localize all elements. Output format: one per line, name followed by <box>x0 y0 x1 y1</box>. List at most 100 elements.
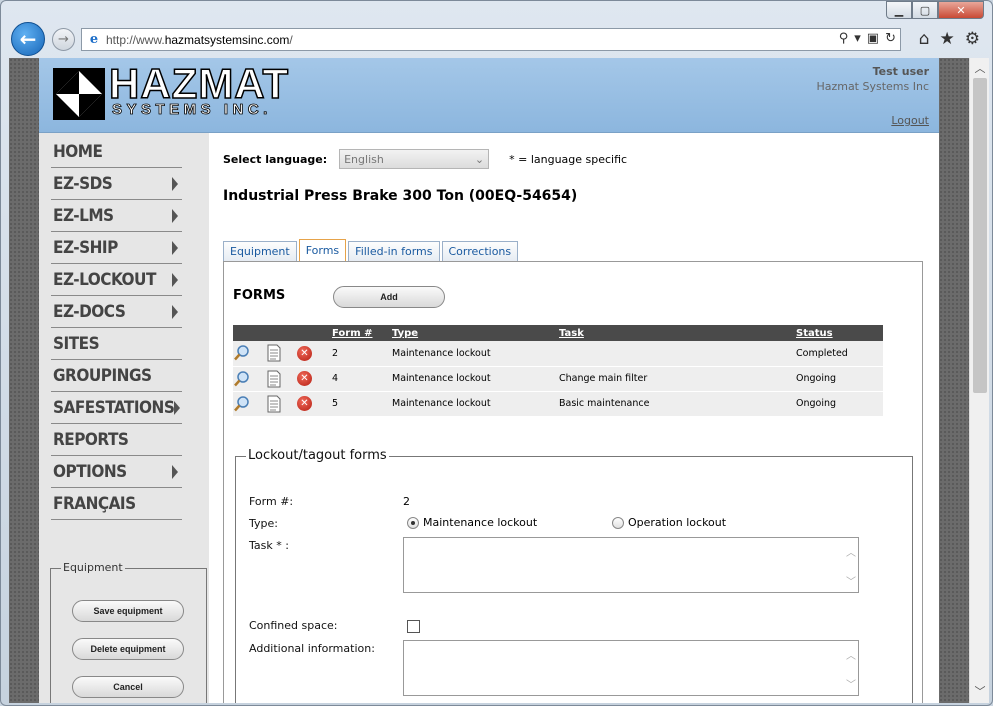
form-no-label: Form #: <box>249 495 294 508</box>
nav-item-safestations[interactable]: SAFESTATIONS <box>51 392 182 424</box>
forms-table: Form # Type Task Status ✕ 2 Maintenance lo… <box>233 325 883 417</box>
main-nav: HOME EZ-SDS EZ-LMS EZ-SHIP EZ-LOCKOUT EZ-DOCS… <box>51 136 182 520</box>
dropdown-arrow-icon[interactable]: ▾ <box>854 31 861 46</box>
type-cell: Maintenance lockout <box>392 391 559 417</box>
forward-button[interactable]: → <box>52 28 75 51</box>
nav-item-label: REPORTS <box>53 429 129 450</box>
logo-subtitle: SYSTEMS INC. <box>112 101 272 119</box>
delete-cell: ✕ <box>297 391 332 417</box>
cancel-button[interactable]: Cancel <box>72 676 184 698</box>
chevron-right-icon <box>172 208 178 223</box>
refresh-icon[interactable]: ↻ <box>885 31 896 46</box>
language-row: Select language: English ⌄ * = language … <box>223 149 627 169</box>
tab-equipment[interactable]: Equipment <box>223 241 297 261</box>
nav-item-label: EZ-LMS <box>53 205 114 226</box>
magnifier-icon[interactable] <box>233 395 251 413</box>
scrollbar-thumb[interactable] <box>973 78 987 393</box>
nav-item-ez-ship[interactable]: EZ-SHIP <box>51 232 182 264</box>
document-icon[interactable] <box>265 395 283 413</box>
search-icon[interactable]: ⚲ <box>839 31 849 46</box>
maximize-button[interactable]: ▢ <box>912 1 938 19</box>
home-icon[interactable]: ⌂ <box>919 29 930 49</box>
page: HAZMAT SYSTEMS INC. Test user Hazmat Sys… <box>39 58 939 703</box>
radio-operation[interactable] <box>612 517 624 529</box>
task-cell <box>559 341 796 367</box>
logout-link[interactable]: Logout <box>891 114 929 127</box>
close-button[interactable]: ✕ <box>938 1 984 19</box>
document-icon[interactable] <box>265 344 283 362</box>
scroll-down-icon: ﹀ <box>846 577 856 588</box>
delete-x-icon[interactable]: ✕ <box>297 371 312 386</box>
delete-equipment-button[interactable]: Delete equipment <box>72 638 184 660</box>
nav-item-label: GROUPINGS <box>53 365 152 386</box>
favorites-star-icon[interactable]: ★ <box>940 29 955 49</box>
scroll-up-icon[interactable]: ︿ <box>970 60 989 78</box>
page-scrollbar[interactable]: ︿ ﹀ <box>969 58 989 703</box>
scroll-down-icon[interactable]: ﹀ <box>970 683 989 701</box>
chevron-right-icon <box>172 464 178 479</box>
view-cell <box>233 366 265 392</box>
compatibility-icon[interactable]: ▣ <box>867 31 879 46</box>
equipment-title: Industrial Press Brake 300 Ton (00EQ-546… <box>223 188 578 204</box>
add-form-button[interactable]: Add <box>333 286 445 308</box>
task-cell: Basic maintenance <box>559 391 796 417</box>
background-pattern-right <box>939 58 969 703</box>
nav-item-fran-ais[interactable]: FRANÇAIS <box>51 488 182 520</box>
form-no-cell: 4 <box>332 366 392 392</box>
col-status[interactable]: Status <box>796 325 883 341</box>
nav-item-label: HOME <box>53 141 103 162</box>
type-option-maintenance[interactable]: Maintenance lockout <box>407 516 537 529</box>
nav-item-ez-lockout[interactable]: EZ-LOCKOUT <box>51 264 182 296</box>
additional-info-label: Additional information: <box>249 642 375 655</box>
type-option-operation[interactable]: Operation lockout <box>612 516 726 529</box>
forms-panel: FORMS Add Form # Type Task Status ✕ 2 Ma… <box>223 261 923 703</box>
settings-gear-icon[interactable]: ⚙ <box>965 29 980 49</box>
tab-filled-in-forms[interactable]: Filled-in forms <box>348 241 440 261</box>
nav-item-ez-sds[interactable]: EZ-SDS <box>51 168 182 200</box>
status-cell: Ongoing <box>796 391 883 417</box>
delete-x-icon[interactable]: ✕ <box>297 396 312 411</box>
magnifier-icon[interactable] <box>233 344 251 362</box>
language-label: Select language: <box>223 152 328 166</box>
language-select[interactable]: English ⌄ <box>339 149 490 169</box>
save-equipment-button[interactable]: Save equipment <box>72 600 184 622</box>
confined-space-checkbox[interactable] <box>407 620 420 633</box>
nav-item-label: SITES <box>53 333 100 354</box>
chevron-right-icon <box>172 240 178 255</box>
delete-x-icon[interactable]: ✕ <box>297 345 312 361</box>
col-form-no[interactable]: Form # <box>332 325 392 341</box>
left-sidebar: HOME EZ-SDS EZ-LMS EZ-SHIP EZ-LOCKOUT EZ-DOCS… <box>39 133 209 703</box>
type-cell: Maintenance lockout <box>392 366 559 392</box>
status-cell: Ongoing <box>796 366 883 392</box>
nav-item-reports[interactable]: REPORTS <box>51 424 182 456</box>
nav-item-ez-docs[interactable]: EZ-DOCS <box>51 296 182 328</box>
document-icon[interactable] <box>265 370 283 388</box>
nav-item-sites[interactable]: SITES <box>51 328 182 360</box>
tab-corrections[interactable]: Corrections <box>441 241 519 261</box>
view-cell <box>233 391 265 417</box>
user-organization: Hazmat Systems Inc <box>816 80 929 93</box>
nav-item-label: EZ-DOCS <box>53 301 126 322</box>
minimize-button[interactable]: ▁ <box>886 1 912 19</box>
nav-item-label: FRANÇAIS <box>53 493 136 514</box>
task-textarea[interactable]: ︿ ﹀ <box>403 537 859 593</box>
additional-info-textarea[interactable]: ︿ ﹀ <box>403 640 859 696</box>
scroll-up-icon: ︿ <box>846 548 856 559</box>
col-doc <box>265 325 297 341</box>
tab-forms[interactable]: Forms <box>298 239 347 261</box>
col-delete <box>297 325 332 341</box>
col-type[interactable]: Type <box>392 325 559 341</box>
back-button[interactable]: ← <box>11 22 45 56</box>
delete-cell: ✕ <box>297 366 332 392</box>
nav-item-ez-lms[interactable]: EZ-LMS <box>51 200 182 232</box>
address-bar[interactable]: e http://www.hazmatsystemsinc.com/ ⚲ ▾ ▣… <box>81 28 901 51</box>
nav-item-groupings[interactable]: GROUPINGS <box>51 360 182 392</box>
nav-item-options[interactable]: OPTIONS <box>51 456 182 488</box>
nav-item-home[interactable]: HOME <box>51 136 182 168</box>
logo-title: HAZMAT <box>108 60 290 107</box>
magnifier-icon[interactable] <box>233 370 251 388</box>
table-header-row: Form # Type Task Status <box>233 325 883 341</box>
user-info: Test user Hazmat Systems Inc <box>816 65 929 93</box>
col-task[interactable]: Task <box>559 325 796 341</box>
radio-maintenance[interactable] <box>407 517 419 529</box>
